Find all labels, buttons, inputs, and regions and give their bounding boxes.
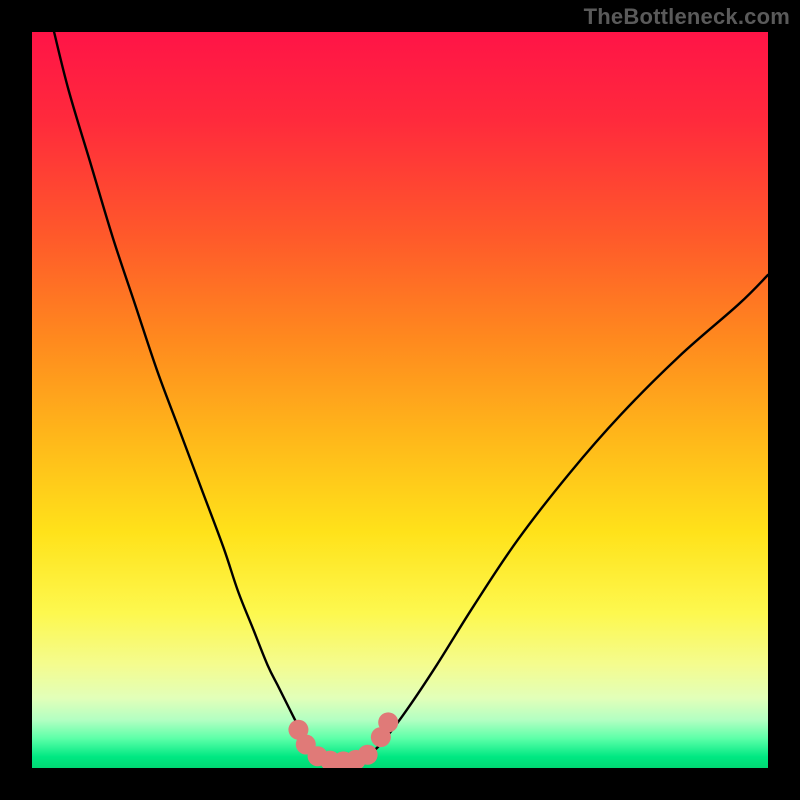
plot-area xyxy=(32,32,768,768)
chart-svg xyxy=(32,32,768,768)
marker-point xyxy=(358,745,378,765)
chart-stage: TheBottleneck.com xyxy=(0,0,800,800)
gradient-background xyxy=(32,32,768,768)
marker-point xyxy=(378,712,398,732)
attribution-label: TheBottleneck.com xyxy=(584,4,790,30)
